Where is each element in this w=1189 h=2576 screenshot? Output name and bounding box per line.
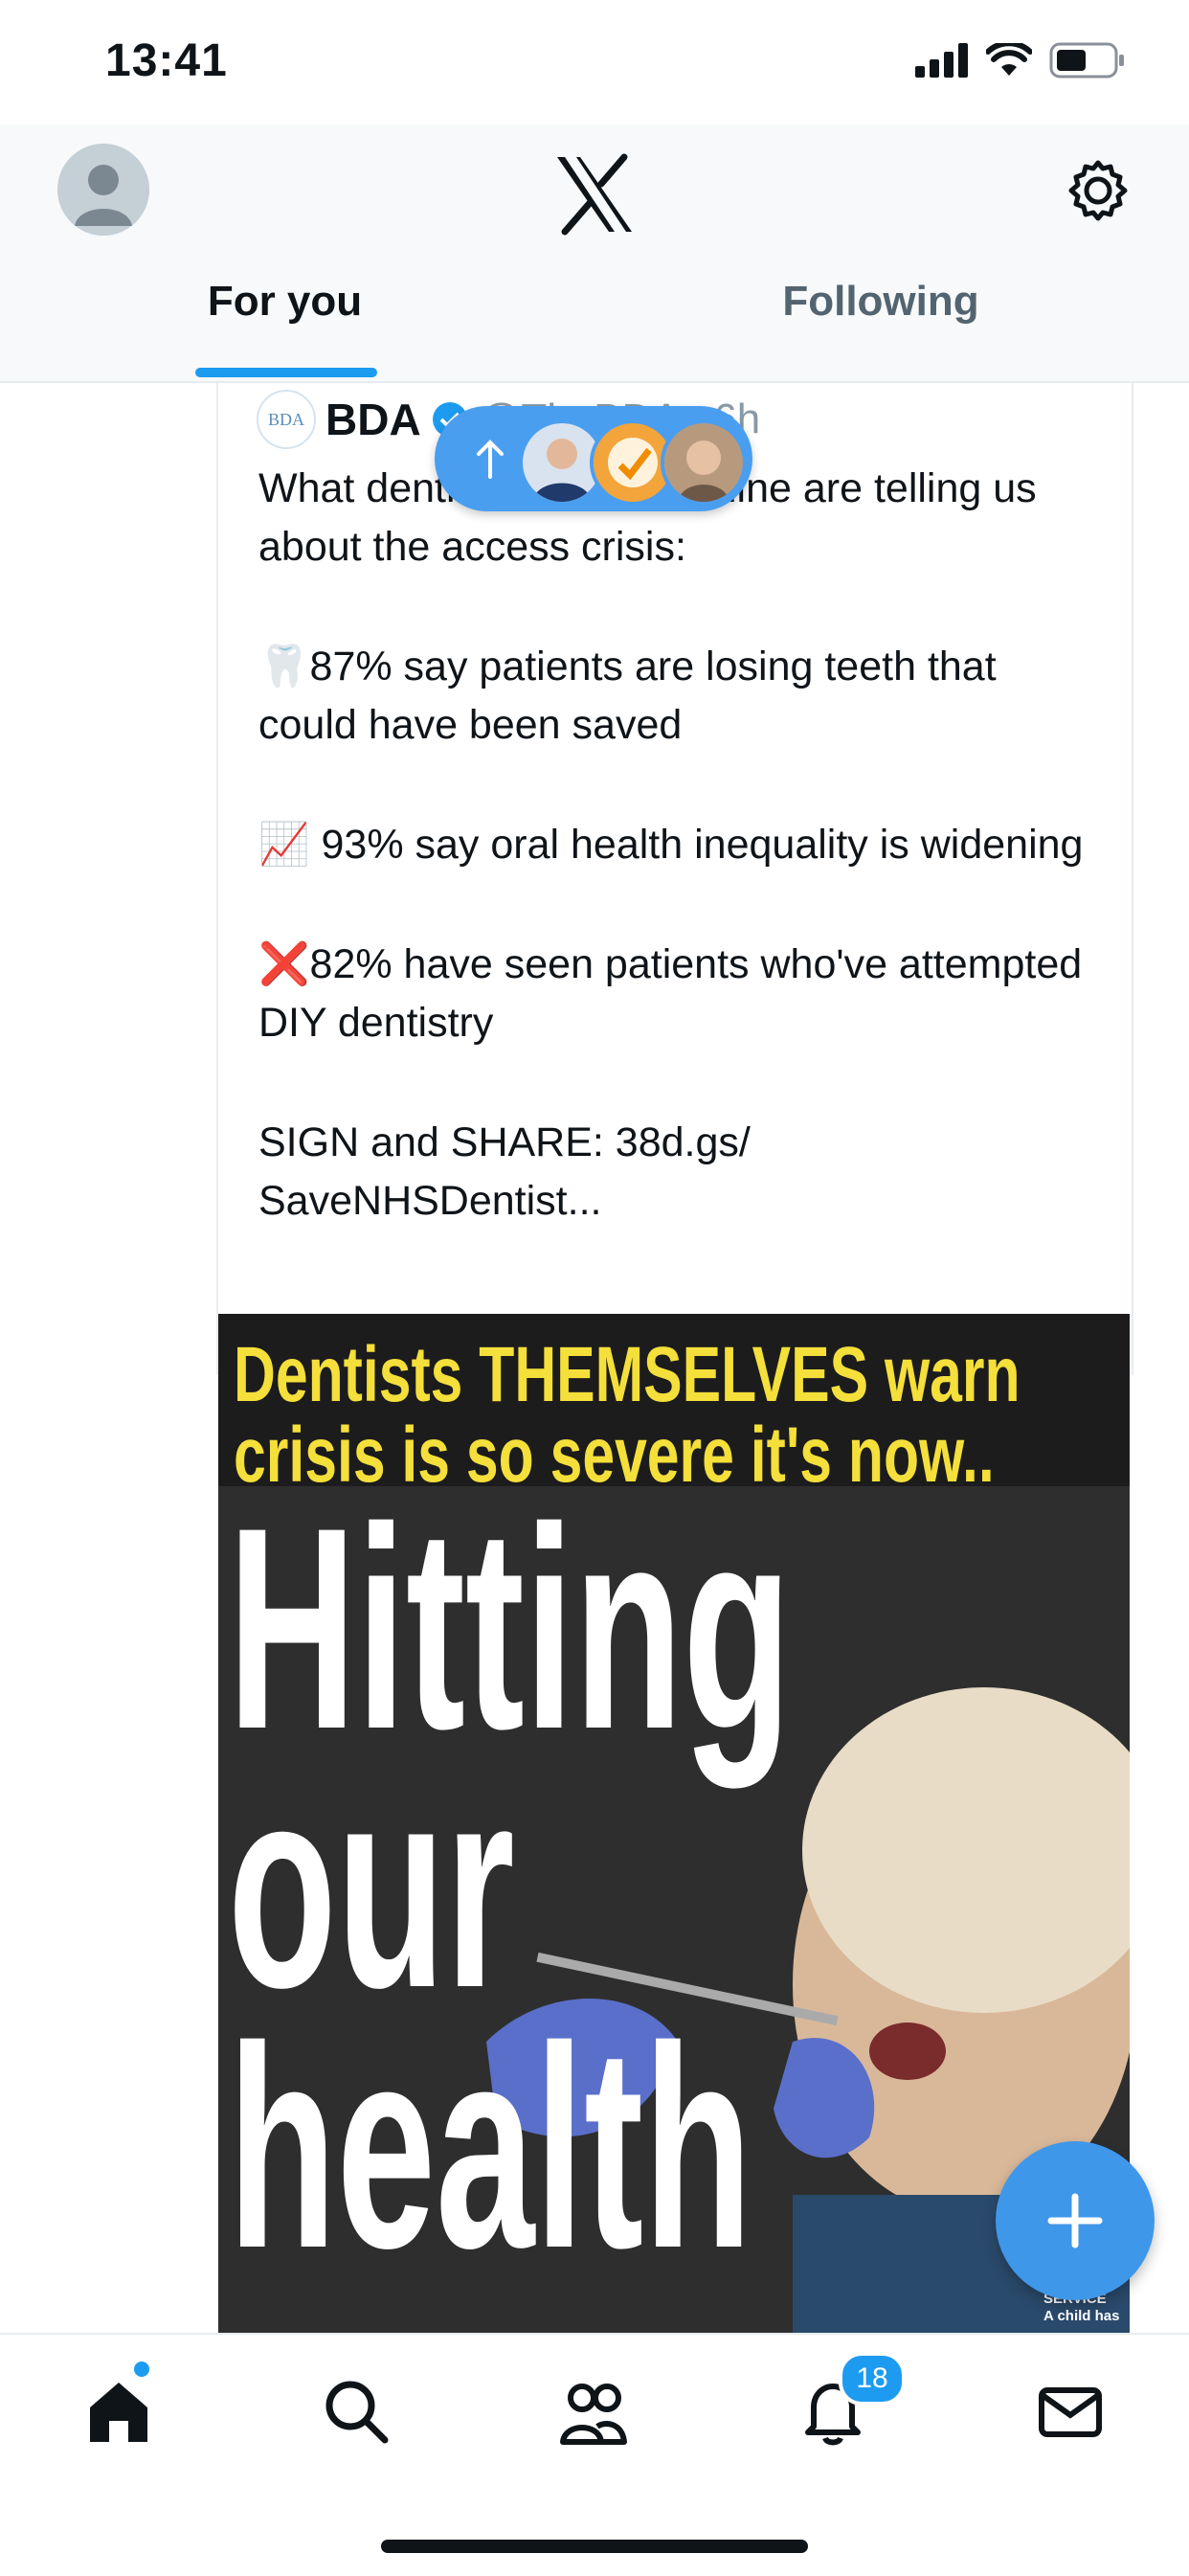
active-tab-indicator <box>195 368 377 377</box>
status-icons <box>915 42 1126 79</box>
tweet-line: 🦷87% say patients are losing teeth that … <box>258 644 1008 748</box>
author-name[interactable]: BDA <box>325 394 421 445</box>
x-logo-icon[interactable] <box>551 151 638 237</box>
headline-white-line: health <box>228 1986 752 2308</box>
profile-avatar[interactable] <box>57 144 149 236</box>
signal-icon <box>915 43 968 78</box>
home-icon[interactable] <box>80 2373 157 2450</box>
messages-icon[interactable] <box>1032 2373 1109 2450</box>
communities-icon[interactable] <box>555 2373 632 2450</box>
home-unread-dot <box>134 2361 149 2377</box>
notifications-badge: 18 <box>839 2352 906 2406</box>
search-icon[interactable] <box>318 2373 394 2450</box>
battery-icon <box>1049 42 1124 79</box>
tweet-line: 📈 93% say oral health inequality is wide… <box>258 822 1084 868</box>
headline-yellow-line: Dentists THEMSELVES warn <box>234 1331 1021 1418</box>
default-avatar-icon <box>57 144 149 236</box>
tweet-body: What dentists on the frontline are telli… <box>258 460 1101 1231</box>
tab-for-you[interactable]: For you <box>134 278 436 381</box>
new-posts-pill[interactable] <box>435 406 752 511</box>
tweet-line: ❌82% have seen patients who've attempted… <box>258 941 1094 1046</box>
arrow-up-icon <box>477 440 504 479</box>
pill-avatar <box>661 419 747 506</box>
home-indicator <box>381 2540 808 2553</box>
author-avatar[interactable]: BDA <box>257 390 316 449</box>
status-bar: 13:41 <box>0 0 1189 124</box>
gear-icon[interactable] <box>1066 159 1130 222</box>
tweet-link[interactable]: SIGN and SHARE: 38d.gs/ SaveNHSDentist..… <box>258 1114 1101 1231</box>
tweet[interactable]: BDA BDA @TheBDA · 6h What dentists on th… <box>216 383 1133 1375</box>
status-time: 13:41 <box>105 35 228 86</box>
plus-icon <box>1047 2193 1103 2248</box>
top-header: For you Following <box>0 124 1189 383</box>
tab-following[interactable]: Following <box>728 278 1034 381</box>
wifi-icon <box>986 43 1032 76</box>
tweet-media-image[interactable]: Dentists THEMSELVES warn crisis is so se… <box>218 1314 1130 2333</box>
compose-button[interactable] <box>996 2141 1155 2300</box>
timeline-tabs: For you Following <box>0 278 1189 381</box>
